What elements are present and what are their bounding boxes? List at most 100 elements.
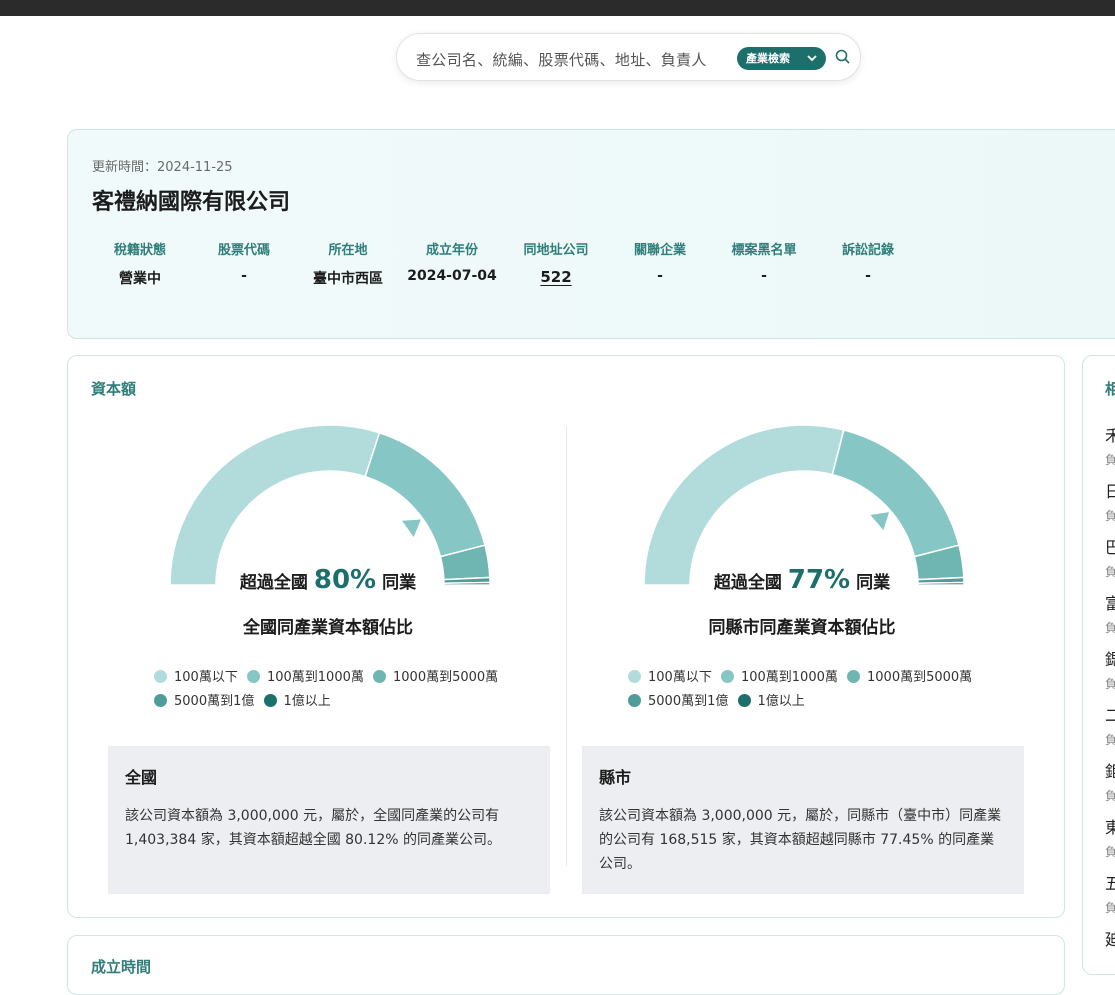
related-company-link[interactable]: 鍶: [1105, 646, 1115, 670]
legend-dot: [373, 670, 387, 683]
field-blacklist: 標案黑名單 -: [709, 239, 819, 284]
related-company-sub: 負: [1105, 565, 1115, 579]
national-gauge-subtitle: 全國同產業資本額佔比: [243, 618, 413, 638]
note-text: 該公司資本額為 3,000,000 元，屬於，全國同產業的公司有 1,403,3…: [125, 808, 501, 848]
legend-dot: [628, 694, 641, 707]
county-note: 縣市 該公司資本額為 3,000,000 元，屬於，同縣市（臺中市）同產業的公司…: [582, 746, 1024, 894]
field-litigation: 訴訟記錄 -: [813, 239, 923, 284]
legend-label: 1億以上: [283, 694, 331, 709]
note-text: 該公司資本額為 3,000,000 元，屬於，同縣市（臺中市）同產業的公司有 1…: [599, 808, 1002, 872]
national-gauge-headline: 超過全國 80% 同業: [113, 565, 543, 595]
same-address-link[interactable]: 522: [501, 268, 611, 286]
side-title: 相: [1105, 380, 1115, 398]
note-title: 縣市: [599, 768, 632, 787]
gauge-percent: 77%: [787, 565, 851, 595]
legend-label: 5000萬到1億: [648, 694, 729, 709]
note-title: 全國: [125, 768, 158, 787]
company-info-card: 更新時間：2024-11-25 客禮納國際有限公司 稅籍狀態 營業中 股票代碼 …: [67, 129, 1115, 339]
search-icon[interactable]: [834, 48, 852, 66]
related-company-link[interactable]: 富: [1105, 590, 1115, 614]
field-value: 臺中市西區: [313, 271, 383, 287]
search-mode-label: 產業檢索: [746, 52, 790, 65]
legend-item: 100萬到1000萬: [720, 666, 838, 690]
related-company-sub: 負: [1105, 677, 1115, 691]
field-label: 成立年份: [425, 243, 478, 258]
related-company-sub: 負: [1105, 733, 1115, 747]
related-company-sub: 負: [1105, 901, 1115, 915]
gauge-segment-1: [169, 424, 381, 586]
related-company-link[interactable]: 鉅: [1105, 758, 1115, 782]
section-title: 成立時間: [91, 958, 152, 976]
legend-label: 1億以上: [757, 694, 805, 709]
related-company-sub: 負: [1105, 789, 1115, 803]
related-company-sub: 負: [1105, 509, 1115, 523]
related-company-link[interactable]: 禾: [1105, 422, 1115, 446]
related-company-link[interactable]: 廸: [1105, 926, 1115, 950]
legend-label: 1000萬到5000萬: [393, 670, 499, 685]
gauge-segment-1: [643, 424, 845, 586]
related-company-sub: 負: [1105, 845, 1115, 859]
legend-label: 100萬到1000萬: [266, 670, 364, 685]
founding-time-card: 成立時間: [67, 935, 1065, 995]
field-label: 股票代碼: [217, 243, 270, 258]
related-company-link[interactable]: 五: [1105, 870, 1115, 894]
legend-dot: [246, 670, 260, 683]
legend-label: 100萬以下: [174, 670, 238, 685]
field-label: 所在地: [328, 243, 368, 258]
national-note: 全國 該公司資本額為 3,000,000 元，屬於，全國同產業的公司有 1,40…: [108, 746, 550, 894]
field-label: 標案黑名單: [731, 243, 797, 258]
field-founded: 成立年份 2024-07-04: [397, 239, 507, 284]
related-company-sub: 負: [1105, 621, 1115, 635]
legend-dot: [154, 694, 167, 707]
legend-item: 100萬以下: [154, 666, 238, 690]
legend-item: 100萬以下: [628, 666, 712, 690]
legend-dot: [847, 670, 861, 683]
legend-label: 100萬以下: [648, 670, 712, 685]
legend-dot: [263, 694, 277, 707]
gauge-suffix: 同業: [856, 573, 891, 593]
search-mode-dropdown[interactable]: 產業檢索: [737, 47, 826, 70]
legend-item: 1000萬到5000萬: [847, 666, 972, 690]
legend-label: 5000萬到1億: [174, 694, 255, 709]
field-value: 營業中: [119, 271, 161, 287]
legend-dot: [154, 670, 167, 683]
legend-item: 5000萬到1億: [154, 690, 254, 714]
related-company-link[interactable]: 日: [1105, 478, 1115, 502]
gauge-segment-2: [364, 431, 486, 558]
related-company-link[interactable]: 二: [1105, 702, 1115, 726]
gauge-prefix: 超過全國: [239, 573, 308, 593]
county-gauge-subtitle: 同縣市同產業資本額佔比: [708, 618, 896, 638]
related-company-link[interactable]: 巴: [1105, 534, 1115, 558]
chevron-down-icon: [807, 47, 817, 79]
field-value: -: [657, 268, 663, 284]
county-legend: 100萬以下 100萬到1000萬 1000萬到5000萬 5000萬到1億 1…: [628, 666, 1008, 714]
updated-time: 更新時間：2024-11-25: [92, 160, 233, 175]
legend-dot: [737, 694, 751, 707]
section-title: 資本額: [91, 380, 137, 398]
field-value: -: [865, 268, 871, 284]
field-label: 訴訟記錄: [841, 243, 894, 258]
county-gauge-headline: 超過全國 77% 同業: [587, 565, 1017, 595]
company-name: 客禮納國際有限公司: [92, 190, 291, 215]
top-nav-bar: [0, 0, 1115, 16]
search-bar[interactable]: 查公司名、統編、股票代碼、地址、負責人 產業檢索: [396, 33, 861, 81]
field-stock-code: 股票代碼 -: [189, 239, 299, 284]
capital-card: 資本額 超過全國 80% 同業 全國同產業資本額佔比 100萬以下 100萬到100…: [67, 355, 1065, 918]
legend-item: 1億以上: [737, 690, 805, 714]
divider: [566, 426, 567, 866]
legend-dot: [720, 670, 734, 683]
related-company-link[interactable]: 東: [1105, 814, 1115, 838]
gauge-suffix: 同業: [382, 573, 417, 593]
field-value: 2024-07-04: [407, 268, 497, 284]
gauge-marker: [402, 519, 421, 537]
related-companies-card: 相 禾 負 日 負 巴 負 富 負 鍶 負 二 負 鉅 負 東 負 五 負 廸: [1082, 355, 1115, 975]
national-legend: 100萬以下 100萬到1000萬 1000萬到5000萬 5000萬到1億 1…: [154, 666, 534, 714]
legend-label: 1000萬到5000萬: [867, 670, 973, 685]
search-input[interactable]: 查公司名、統編、股票代碼、地址、負責人: [416, 49, 707, 70]
field-location: 所在地 臺中市西區: [293, 239, 403, 288]
gauge-prefix: 超過全國: [713, 573, 782, 593]
gauge-marker: [870, 512, 890, 531]
legend-item: 100萬到1000萬: [246, 666, 364, 690]
gauge-segment-2: [831, 429, 960, 558]
field-value: -: [241, 268, 247, 284]
